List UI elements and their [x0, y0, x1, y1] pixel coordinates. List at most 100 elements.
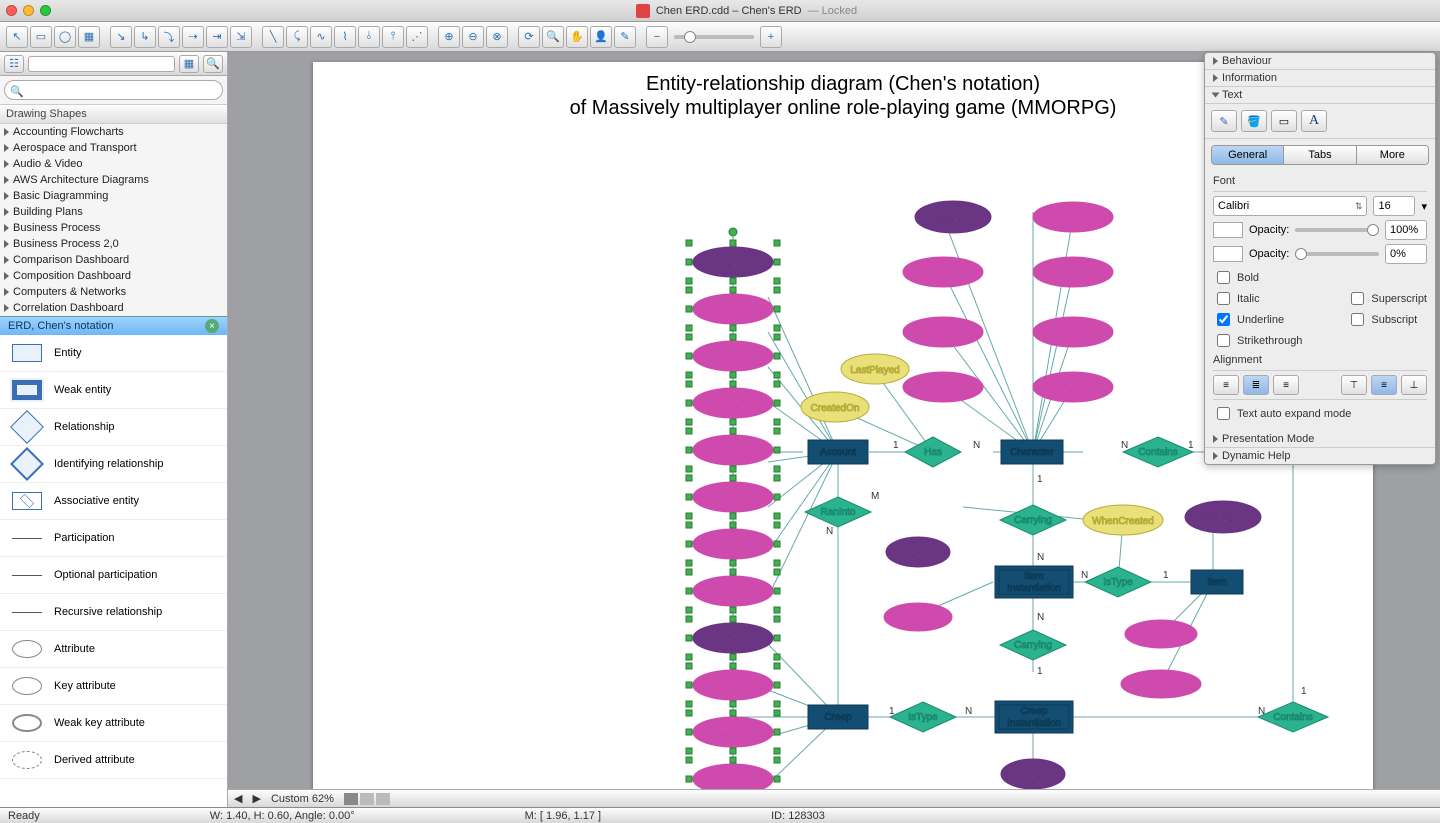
checkbox-italic[interactable]: Italic: [1213, 289, 1302, 308]
page-nav-next-icon[interactable]: ▶: [252, 792, 260, 805]
shape-list[interactable]: EntityWeak entityRelationshipIdentifying…: [0, 335, 227, 807]
category-item[interactable]: Business Process: [0, 220, 227, 236]
pen-color-icon[interactable]: ✎: [1211, 110, 1237, 132]
outline-swatch[interactable]: [1213, 246, 1243, 262]
shapes-search-input[interactable]: [4, 80, 223, 100]
tab-more[interactable]: More: [1357, 146, 1428, 164]
slider-thumb[interactable]: [1295, 248, 1307, 260]
shape-item[interactable]: Optional participation: [0, 557, 227, 594]
align-center-icon[interactable]: ≣: [1243, 375, 1269, 395]
checkbox-underline[interactable]: Underline: [1213, 310, 1302, 329]
line-tool-icon[interactable]: ⫯: [382, 26, 404, 48]
refresh-icon[interactable]: ⟳: [518, 26, 540, 48]
category-item[interactable]: Computers & Networks: [0, 284, 227, 300]
font-family-select[interactable]: Calibri⇅: [1213, 196, 1367, 216]
shape-item[interactable]: Participation: [0, 520, 227, 557]
minimize-icon[interactable]: [23, 5, 34, 16]
opacity-slider[interactable]: [1295, 252, 1379, 256]
close-icon[interactable]: ×: [205, 319, 219, 333]
category-item[interactable]: Composition Dashboard: [0, 268, 227, 284]
shape-item[interactable]: Relationship: [0, 409, 227, 446]
shape-item[interactable]: Weak key attribute: [0, 705, 227, 742]
grid-view-icon[interactable]: ▦: [179, 55, 199, 73]
shape-item[interactable]: Identifying relationship: [0, 446, 227, 483]
category-item[interactable]: Correlation Dashboard: [0, 300, 227, 316]
line-tool-icon[interactable]: ⋰: [406, 26, 428, 48]
table-tool-icon[interactable]: ▦: [78, 26, 100, 48]
tree-icon[interactable]: ☷: [4, 55, 24, 73]
slider-thumb[interactable]: [684, 31, 696, 43]
checkbox-bold[interactable]: Bold: [1213, 268, 1302, 287]
op-icon[interactable]: ⊖: [462, 26, 484, 48]
connector-icon[interactable]: ⇥: [206, 26, 228, 48]
tab-general[interactable]: General: [1212, 146, 1284, 164]
op-icon[interactable]: ⊗: [486, 26, 508, 48]
zoom-slider[interactable]: [674, 35, 754, 39]
shape-item[interactable]: Entity: [0, 335, 227, 372]
eyedropper-icon[interactable]: ✎: [614, 26, 636, 48]
zoom-tool-icon[interactable]: 🔍: [542, 26, 564, 48]
checkbox-subscript[interactable]: Subscript: [1347, 310, 1427, 329]
zoom-in-icon[interactable]: +: [760, 26, 782, 48]
op-icon[interactable]: ⊕: [438, 26, 460, 48]
shape-item[interactable]: Attribute: [0, 631, 227, 668]
section-behaviour[interactable]: Behaviour: [1205, 53, 1435, 70]
shape-item[interactable]: Associative entity: [0, 483, 227, 520]
slider-thumb[interactable]: [1367, 224, 1379, 236]
connector-icon[interactable]: ⇢: [182, 26, 204, 48]
opacity-slider[interactable]: [1295, 228, 1379, 232]
opacity-value[interactable]: 0%: [1385, 244, 1427, 264]
opacity-value[interactable]: 100%: [1385, 220, 1427, 240]
category-item[interactable]: Business Process 2,0: [0, 236, 227, 252]
line-tool-icon[interactable]: ∿: [310, 26, 332, 48]
valign-top-icon[interactable]: ⊤: [1341, 375, 1367, 395]
search-icon[interactable]: 🔍: [203, 55, 223, 73]
checkbox-strike[interactable]: Strikethrough: [1213, 331, 1302, 350]
rect-tool-icon[interactable]: ▭: [30, 26, 52, 48]
line-tool-icon[interactable]: ⤹: [286, 26, 308, 48]
category-item[interactable]: Aerospace and Transport: [0, 140, 227, 156]
category-item[interactable]: Comparison Dashboard: [0, 252, 227, 268]
properties-panel[interactable]: Behaviour Information Text ✎ 🪣 ▭ A Gener…: [1204, 52, 1436, 465]
section-dynamic-help[interactable]: Dynamic Help: [1205, 448, 1435, 464]
zoom-level-label[interactable]: Custom 62%: [271, 793, 334, 805]
align-left-icon[interactable]: ≡: [1213, 375, 1239, 395]
connector-icon[interactable]: ⇲: [230, 26, 252, 48]
shape-item[interactable]: Derived attribute: [0, 742, 227, 779]
shape-item[interactable]: Key attribute: [0, 668, 227, 705]
selected-library[interactable]: ERD, Chen's notation ×: [0, 316, 227, 335]
chevron-down-icon[interactable]: ▾: [1421, 200, 1427, 213]
fill-swatch[interactable]: [1213, 222, 1243, 238]
category-item[interactable]: AWS Architecture Diagrams: [0, 172, 227, 188]
line-tool-icon[interactable]: ⫰: [358, 26, 380, 48]
valign-bottom-icon[interactable]: ⊥: [1401, 375, 1427, 395]
zoom-out-icon[interactable]: −: [646, 26, 668, 48]
category-item[interactable]: Building Plans: [0, 204, 227, 220]
page-tabs[interactable]: [344, 793, 390, 805]
page-nav-prev-icon[interactable]: ◀: [234, 792, 242, 805]
zoom-icon[interactable]: [40, 5, 51, 16]
pan-tool-icon[interactable]: ✋: [566, 26, 588, 48]
pointer-tool-icon[interactable]: ↖: [6, 26, 28, 48]
connector-icon[interactable]: ⤵: [158, 26, 180, 48]
line-tool-icon[interactable]: ⌇: [334, 26, 356, 48]
tab-tabs[interactable]: Tabs: [1284, 146, 1356, 164]
category-item[interactable]: Audio & Video: [0, 156, 227, 172]
checkbox-superscript[interactable]: Superscript: [1347, 289, 1427, 308]
connector-icon[interactable]: ↳: [134, 26, 156, 48]
align-right-icon[interactable]: ≡: [1273, 375, 1299, 395]
fill-color-icon[interactable]: 🪣: [1241, 110, 1267, 132]
box-icon[interactable]: ▭: [1271, 110, 1297, 132]
line-tool-icon[interactable]: ╲: [262, 26, 284, 48]
ellipse-tool-icon[interactable]: ◯: [54, 26, 76, 48]
connector-icon[interactable]: ↘: [110, 26, 132, 48]
section-text[interactable]: Text: [1205, 87, 1435, 104]
shapes-filter-input[interactable]: [28, 56, 175, 72]
shape-item[interactable]: Recursive relationship: [0, 594, 227, 631]
close-icon[interactable]: [6, 5, 17, 16]
section-presentation[interactable]: Presentation Mode: [1205, 431, 1435, 448]
category-item[interactable]: Basic Diagramming: [0, 188, 227, 204]
shape-item[interactable]: Weak entity: [0, 372, 227, 409]
category-list[interactable]: Accounting FlowchartsAerospace and Trans…: [0, 124, 227, 316]
section-information[interactable]: Information: [1205, 70, 1435, 87]
